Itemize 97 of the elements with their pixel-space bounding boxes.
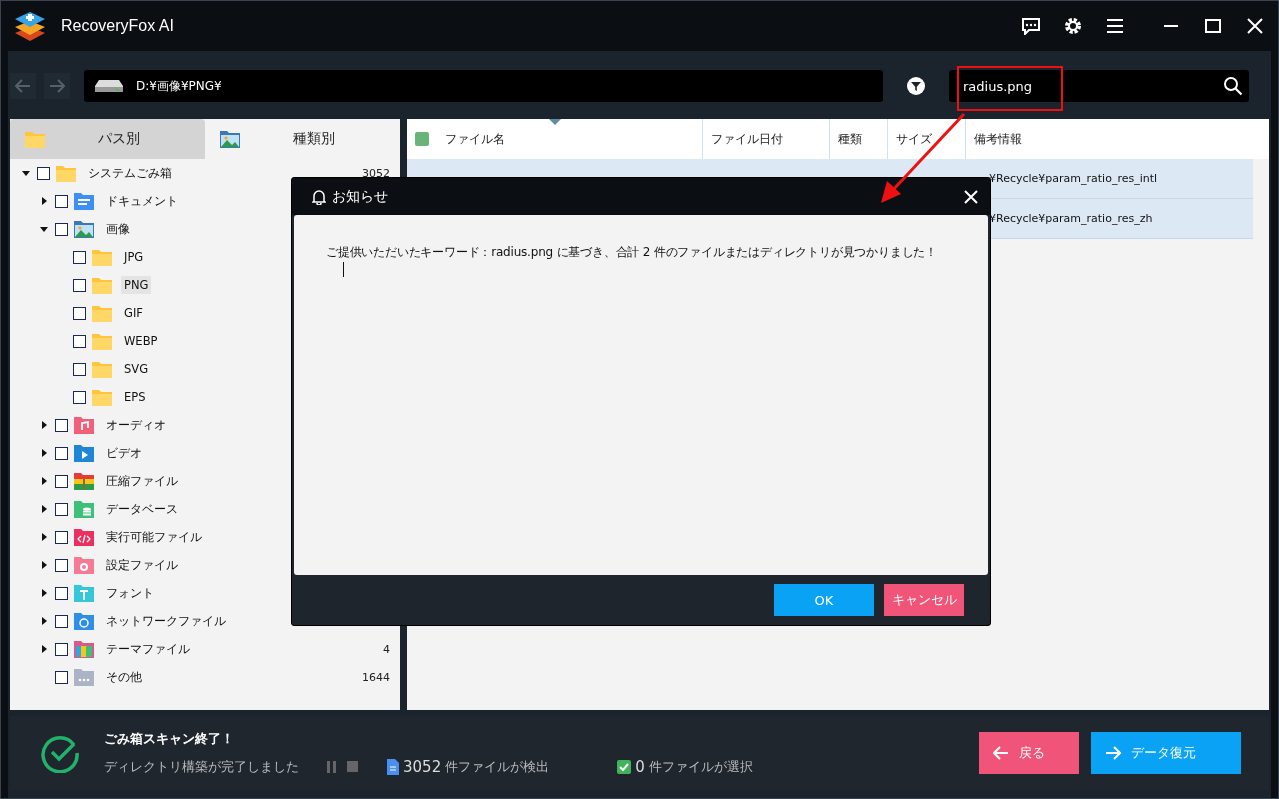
checkbox[interactable]: [73, 334, 86, 348]
tree-item-label[interactable]: 画像: [103, 219, 133, 239]
dialog-message: ご提供いただいたキーワード：radius.png に基づき、合計 2 件のファイルまたはディレクトリが見つかりました！: [326, 245, 938, 259]
checkbox[interactable]: [55, 530, 68, 544]
settings-folder-icon: [73, 555, 95, 575]
tree-item-label[interactable]: 圧縮ファイル: [103, 471, 181, 491]
tree-item-label[interactable]: オーディオ: [103, 415, 169, 435]
app-logo-icon: [13, 9, 47, 43]
pause-icon[interactable]: [325, 761, 339, 773]
remark-cell: ¥Recycle¥param_ratio_res_intl: [989, 172, 1158, 185]
folder-icon: [91, 359, 113, 379]
selected-count: 0: [635, 758, 645, 776]
tree-item-label[interactable]: 実行可能ファイル: [103, 527, 205, 547]
checkbox[interactable]: [55, 614, 68, 628]
search-field[interactable]: radius.png: [949, 70, 1249, 102]
font-folder-icon: [73, 583, 95, 603]
checkbox[interactable]: [55, 586, 68, 600]
check-circle-icon: [40, 733, 80, 773]
theme-folder-icon: [73, 639, 95, 659]
chat-icon[interactable]: [1020, 15, 1042, 37]
sort-indicator-icon: [549, 119, 561, 125]
tree-item-label[interactable]: PNG: [121, 276, 152, 294]
selection-checkbox-icon[interactable]: [617, 760, 632, 774]
checkbox[interactable]: [73, 278, 86, 292]
remark-cell: ¥Recycle¥param_ratio_res_zh: [989, 212, 1153, 225]
status-message: ディレクトリ構築が完了しました: [104, 758, 299, 776]
tree-item-label[interactable]: フォント: [103, 583, 157, 603]
database-folder-icon: [73, 499, 95, 519]
selected-label: 件ファイルが選択: [648, 758, 753, 776]
item-count: 3052: [362, 166, 390, 180]
folder-icon: [91, 303, 113, 323]
filter-icon: [907, 75, 925, 97]
document-icon: [387, 759, 399, 775]
checkbox[interactable]: [55, 670, 68, 684]
stop-icon[interactable]: [347, 761, 359, 773]
checkbox[interactable]: [55, 194, 68, 208]
image-folder-icon: [73, 219, 95, 239]
checkbox[interactable]: [55, 222, 68, 236]
item-count: 4: [383, 642, 390, 656]
tree-item-label[interactable]: その他: [103, 667, 145, 687]
search-icon[interactable]: [1223, 76, 1243, 96]
item-count: 1644: [362, 670, 390, 684]
checkbox[interactable]: [55, 558, 68, 572]
text-cursor: [343, 262, 344, 277]
tree-item-label[interactable]: EPS: [121, 388, 149, 406]
checkbox[interactable]: [73, 306, 86, 320]
folder-icon: [91, 275, 113, 295]
tree-item-label[interactable]: データベース: [103, 499, 181, 519]
tree-item-label[interactable]: WEBP: [121, 332, 161, 350]
checkbox[interactable]: [73, 390, 86, 404]
tree-item-label[interactable]: システムごみ箱: [85, 163, 175, 183]
checkbox[interactable]: [55, 418, 68, 432]
checkbox[interactable]: [55, 642, 68, 656]
document-folder-icon: [73, 191, 95, 211]
tree-item-label[interactable]: GIF: [121, 304, 146, 322]
tree-item-label[interactable]: SVG: [121, 360, 152, 378]
dialog-title: お知らせ: [332, 187, 389, 206]
found-count: 3052: [403, 758, 442, 776]
checkbox[interactable]: [37, 166, 50, 180]
folder-icon: [55, 163, 77, 183]
tab[interactable]: パス別: [10, 119, 205, 159]
network-folder-icon: [73, 611, 95, 631]
other-folder-icon: [73, 667, 95, 687]
right-arrow-icon: [1105, 746, 1121, 760]
bell-icon: [312, 188, 326, 205]
archive-folder-icon: [73, 471, 95, 491]
drive-icon: [94, 79, 124, 93]
tree-item-label[interactable]: テーマファイル: [103, 639, 193, 659]
folder-icon: [24, 129, 46, 149]
path-field[interactable]: D:¥画像¥PNG¥: [84, 70, 883, 102]
image-folder-icon: [219, 129, 241, 149]
checkbox[interactable]: [55, 474, 68, 488]
checkbox[interactable]: [55, 502, 68, 516]
folder-icon: [91, 331, 113, 351]
tree-item-label[interactable]: 設定ファイル: [103, 555, 181, 575]
right-arrow-icon: [49, 79, 65, 93]
checkbox[interactable]: [73, 250, 86, 264]
close-icon[interactable]: [964, 189, 978, 204]
tree-item-label[interactable]: ネットワークファイル: [103, 611, 229, 631]
settings-icon[interactable]: [1062, 15, 1084, 37]
video-folder-icon: [73, 443, 95, 463]
window-title: RecoveryFox AI: [61, 17, 175, 35]
code-folder-icon: [73, 527, 95, 547]
status-title: ごみ箱スキャン終了！: [104, 730, 235, 748]
left-arrow-icon: [993, 746, 1009, 760]
column-header[interactable]: ファイル名: [437, 119, 702, 159]
tree-item-label[interactable]: ビデオ: [103, 443, 145, 463]
left-arrow-icon: [15, 79, 31, 93]
folder-icon: [91, 247, 113, 267]
select-all-checkbox-icon[interactable]: [415, 132, 429, 146]
music-folder-icon: [73, 415, 95, 435]
tree-item-label[interactable]: ドキュメント: [103, 191, 181, 211]
checkbox[interactable]: [73, 362, 86, 376]
folder-icon: [91, 387, 113, 407]
found-label: 件ファイルが検出: [445, 758, 550, 776]
tree-item-label[interactable]: JPG: [121, 248, 147, 266]
checkbox[interactable]: [55, 446, 68, 460]
